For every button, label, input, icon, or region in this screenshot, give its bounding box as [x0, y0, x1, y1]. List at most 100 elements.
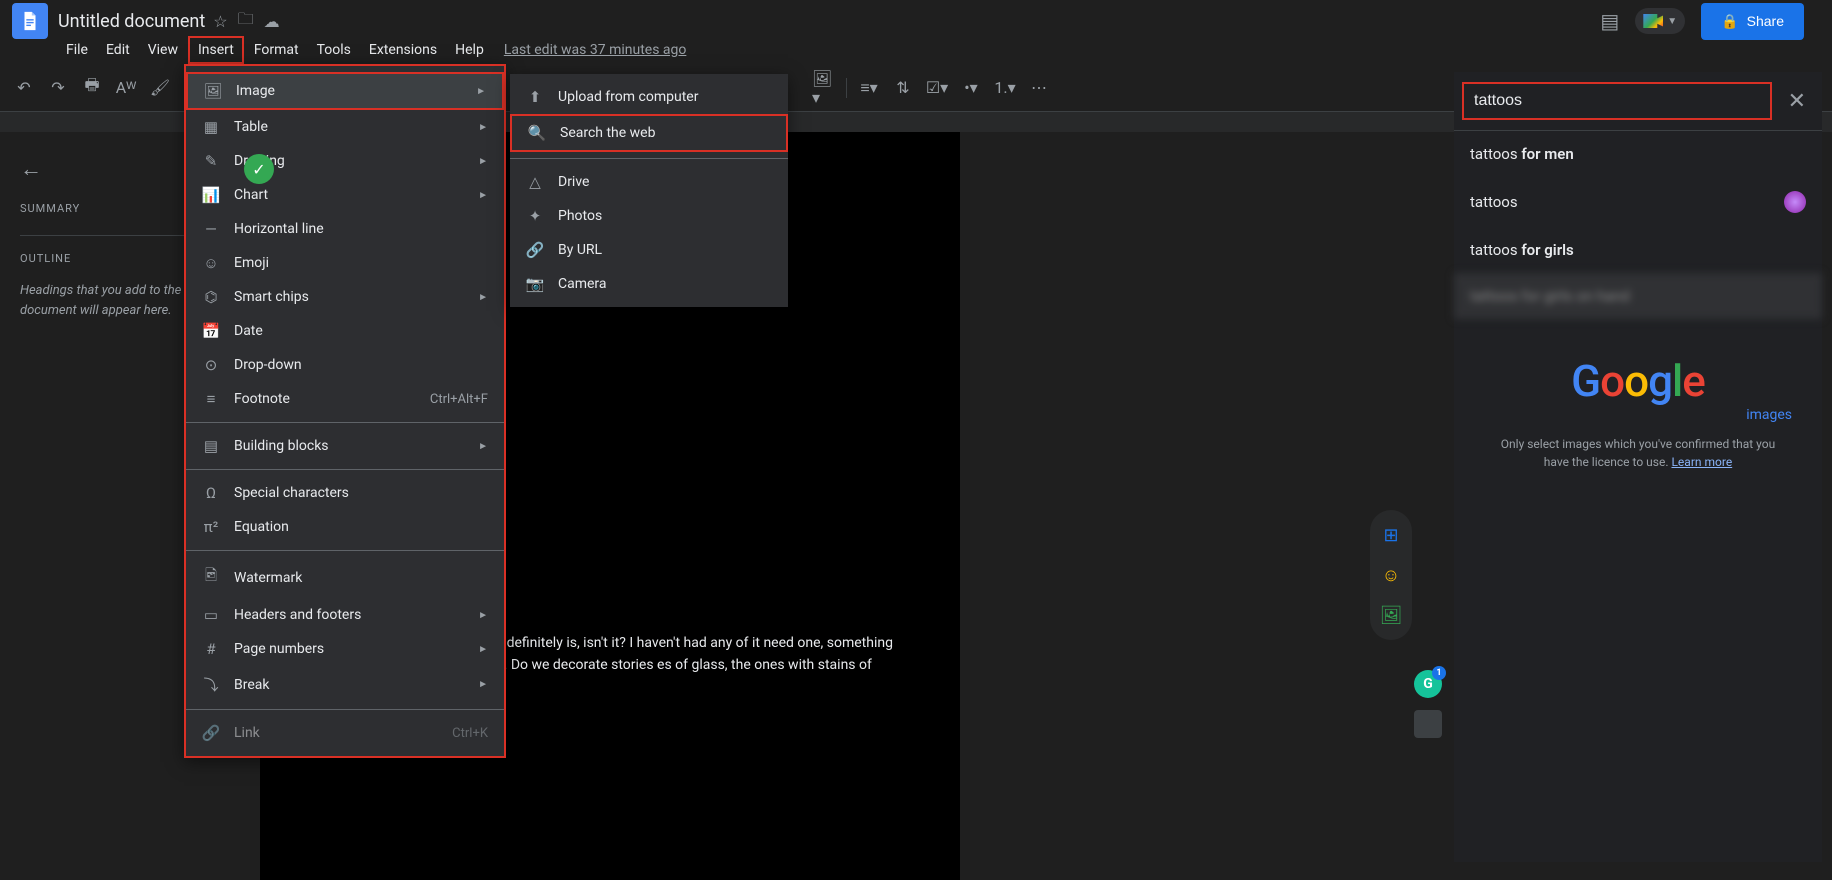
insert-special-characters[interactable]: ΩSpecial characters	[186, 476, 504, 510]
insert-building-blocks[interactable]: ▤Building blocks►	[186, 429, 504, 463]
image-upload-from-computer[interactable]: ⬆Upload from computer	[510, 80, 788, 114]
suggest-button[interactable]: 🖼	[1380, 604, 1402, 626]
chart-icon: 📊	[202, 186, 220, 204]
learn-more-link[interactable]: Learn more	[1671, 455, 1732, 469]
move-icon[interactable]: 🗀	[238, 8, 254, 35]
by-url-icon: 🔗	[526, 241, 544, 259]
insert-break[interactable]: ⤵Break►	[186, 666, 504, 703]
headers-and-footers-icon: ▭	[202, 606, 220, 624]
add-emoji-button[interactable]: ☺	[1380, 564, 1402, 586]
menu-item-label: Drive	[558, 174, 772, 190]
menu-item-label: Photos	[558, 208, 772, 224]
share-button[interactable]: 🔒 Share	[1701, 3, 1804, 40]
insert-footnote[interactable]: ≡FootnoteCtrl+Alt+F	[186, 382, 504, 416]
bullet-list-button[interactable]: •▾	[959, 76, 983, 100]
insert-emoji[interactable]: ☺Emoji	[186, 246, 504, 280]
suggestion-text: tattoos for girls	[1470, 241, 1574, 259]
line-spacing-button[interactable]: ⇅	[891, 76, 915, 100]
insert-date[interactable]: 📅Date	[186, 314, 504, 348]
insert-chart[interactable]: 📊 Chart ►	[186, 178, 504, 212]
insert-image[interactable]: 🖼Image►	[186, 72, 504, 110]
close-icon[interactable]: ✕	[1780, 89, 1814, 114]
insert-drop-down[interactable]: ⊙Drop-down	[186, 348, 504, 382]
more-button[interactable]: ⋯	[1027, 76, 1051, 100]
lock-icon: 🔒	[1721, 13, 1738, 30]
paint-format-button[interactable]: 🖌	[148, 76, 172, 100]
insert-link[interactable]: 🔗LinkCtrl+K	[186, 716, 504, 750]
menubar-file[interactable]: File	[58, 38, 96, 62]
document-title[interactable]: Untitled document	[58, 11, 205, 32]
insert-page-numbers[interactable]: #Page numbers►	[186, 632, 504, 666]
search-suggestion[interactable]: tattoos	[1454, 177, 1822, 227]
undo-button[interactable]: ↶	[12, 76, 36, 100]
redo-button[interactable]: ↷	[46, 76, 70, 100]
menu-shortcut: Ctrl+K	[452, 726, 488, 741]
menu-item-label: Camera	[558, 276, 772, 292]
menu-item-label: Footnote	[234, 391, 416, 407]
chevron-right-icon: ►	[478, 190, 488, 201]
spellcheck-button[interactable]: Aᵂ	[114, 76, 138, 100]
menu-item-label: Chart	[234, 187, 464, 203]
add-comment-button[interactable]: ⊞	[1380, 524, 1402, 546]
camera-icon: 📷	[526, 275, 544, 293]
menu-item-label: Special characters	[234, 485, 488, 501]
search-suggestion[interactable]: tattoos for men	[1454, 131, 1822, 177]
images-label: images	[1454, 407, 1792, 423]
image-camera[interactable]: 📷 Camera	[510, 267, 788, 301]
align-button[interactable]: ≡▾	[857, 76, 881, 100]
avatar-icon	[1784, 191, 1806, 213]
image-by-url[interactable]: 🔗By URL	[510, 233, 788, 267]
drive-icon: △	[526, 173, 544, 191]
image-drive[interactable]: △ Drive	[510, 165, 788, 199]
image-submenu: ⬆Upload from computer🔍Search the web △ Dri…	[510, 74, 788, 307]
explore-button[interactable]	[1414, 710, 1442, 738]
menu-item-label: Date	[234, 323, 488, 339]
image-search-the-web[interactable]: 🔍Search the web	[510, 114, 788, 152]
menubar-help[interactable]: Help	[447, 38, 492, 62]
cloud-icon[interactable]: ☁	[264, 12, 280, 31]
menubar-edit[interactable]: Edit	[98, 38, 138, 62]
insert-smart-chips[interactable]: ⌬Smart chips►	[186, 280, 504, 314]
link-icon: 🔗	[202, 724, 220, 742]
table-icon: ▦	[202, 118, 220, 136]
menu-item-label: Headers and footers	[234, 607, 464, 623]
menubar-tools[interactable]: Tools	[309, 38, 359, 62]
star-icon[interactable]: ☆	[213, 12, 227, 31]
insert-watermark[interactable]: 🖻Watermark	[186, 557, 504, 598]
document-icon	[19, 7, 41, 35]
insert-headers-and-footers[interactable]: ▭Headers and footers►	[186, 598, 504, 632]
search-input[interactable]	[1462, 82, 1772, 120]
menu-item-label: Image	[236, 83, 462, 99]
checklist-button[interactable]: ☑▾	[925, 76, 949, 100]
meet-button[interactable]: ▼	[1635, 8, 1685, 34]
insert-table[interactable]: ▦Table►	[186, 110, 504, 144]
menu-item-label: Smart chips	[234, 289, 464, 305]
comments-icon[interactable]: ▤	[1600, 9, 1619, 33]
print-button[interactable]: 🖶	[80, 76, 104, 100]
docs-logo[interactable]	[12, 3, 48, 39]
suggestion-text: tattoos for girls on hand	[1470, 287, 1630, 305]
search-suggestion[interactable]: tattoos for girls on hand	[1454, 273, 1822, 319]
insert-horizontal-line[interactable]: —Horizontal line	[186, 212, 504, 246]
insert-equation[interactable]: π²Equation	[186, 510, 504, 544]
horizontal-line-icon: —	[202, 220, 220, 238]
menu-shortcut: Ctrl+Alt+F	[430, 392, 488, 407]
menubar-extensions[interactable]: Extensions	[361, 38, 445, 62]
menubar-format[interactable]: Format	[246, 38, 307, 62]
search-suggestion[interactable]: tattoos for girls	[1454, 227, 1822, 273]
insert-image-button[interactable]: 🖼▾	[812, 76, 836, 100]
menu-item-label: Upload from computer	[558, 89, 772, 105]
menubar-insert[interactable]: Insert	[188, 36, 244, 64]
search-disclaimer: Only select images which you've confirme…	[1454, 423, 1822, 483]
last-edit-link[interactable]: Last edit was 37 minutes ago	[504, 42, 687, 58]
equation-icon: π²	[202, 518, 220, 536]
menubar-view[interactable]: View	[140, 38, 186, 62]
smart-chips-icon: ⌬	[202, 288, 220, 306]
insert-drawing[interactable]: ✎Drawing►	[186, 144, 504, 178]
menu-item-label: Search the web	[560, 125, 770, 141]
numbered-list-button[interactable]: 1.▾	[993, 76, 1017, 100]
image-photos[interactable]: ✦Photos	[510, 199, 788, 233]
chevron-right-icon: ►	[478, 441, 488, 452]
chevron-down-icon: ▼	[1667, 16, 1677, 27]
grammarly-badge[interactable]: G	[1414, 670, 1442, 698]
